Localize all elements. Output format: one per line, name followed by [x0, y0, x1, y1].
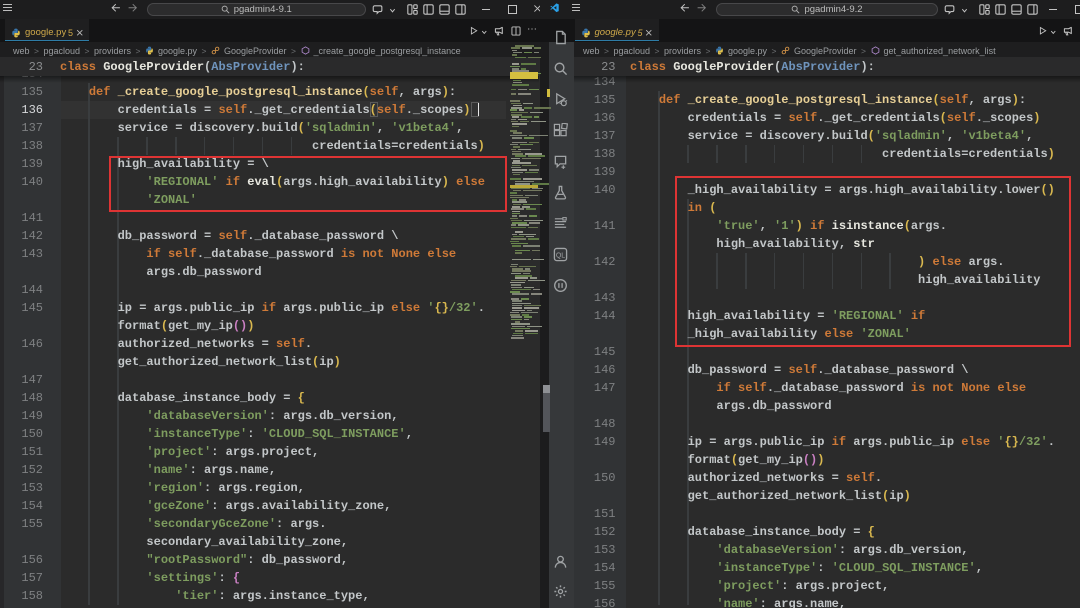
- svg-text:QL: QL: [555, 252, 564, 259]
